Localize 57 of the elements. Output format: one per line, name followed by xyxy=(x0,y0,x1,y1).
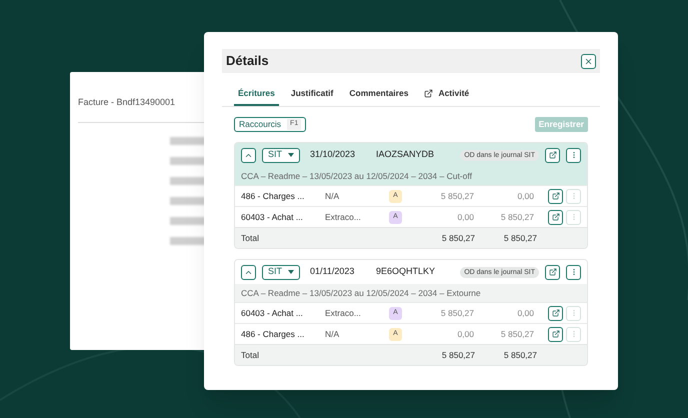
tab[interactable]: Justificatif xyxy=(286,87,338,106)
journal-select[interactable]: SIT xyxy=(262,148,300,162)
open-line-button[interactable] xyxy=(548,210,563,224)
credit-cell-text: 5 850,27 xyxy=(500,210,534,224)
open-entry-button[interactable] xyxy=(545,148,560,162)
total-label: Total xyxy=(241,348,260,362)
total-debit: 5 850,27 xyxy=(440,348,475,362)
account-cell-text: 486 - Charges ... xyxy=(241,328,306,340)
credit-cell-text: 0,00 xyxy=(516,190,534,202)
debit-cell-text: 0,00 xyxy=(456,328,474,340)
more-button[interactable] xyxy=(566,148,581,162)
tab[interactable]: Commentaires xyxy=(345,87,412,106)
open-line-button[interactable] xyxy=(548,326,563,342)
external-link-icon xyxy=(548,151,556,159)
external-link-icon xyxy=(552,309,560,317)
account-cell-text: 60403 - Achat ... xyxy=(241,306,304,320)
account-cell-text: 60403 - Achat ... xyxy=(241,210,304,224)
label-cell-text: N/A xyxy=(325,328,340,340)
close-icon xyxy=(584,56,593,66)
entry-reference: 9E6OQHTLKY xyxy=(376,265,436,278)
external-link-icon xyxy=(548,268,556,276)
collapse-button[interactable] xyxy=(241,264,256,280)
external-link-icon xyxy=(552,213,560,221)
entry-date: 01/11/2023 xyxy=(310,265,356,278)
collapse-button[interactable] xyxy=(241,148,256,162)
entry-date: 31/10/2023 xyxy=(310,148,356,162)
account-cell-text: 486 - Charges ... xyxy=(241,190,306,202)
external-link-icon xyxy=(552,192,560,200)
more-button[interactable] xyxy=(566,264,581,280)
total-credit: 5 850,27 xyxy=(502,232,537,244)
document-title: Facture - Bndf13490001 xyxy=(78,96,176,109)
label-cell-text: Extraco... xyxy=(325,210,362,224)
external-link-icon xyxy=(552,330,560,338)
total-debit: 5 850,27 xyxy=(440,232,475,244)
debit-cell-text: 5 850,27 xyxy=(440,190,474,202)
open-entry-button[interactable] xyxy=(545,264,560,280)
entry-reference: IAOZSANYDB xyxy=(376,148,434,162)
credit-cell-text: 5 850,27 xyxy=(500,328,534,340)
tab[interactable]: Écritures xyxy=(234,87,279,106)
debit-cell-text: 0,00 xyxy=(456,210,474,224)
label-cell-text: N/A xyxy=(325,190,340,202)
open-line-button[interactable] xyxy=(548,306,563,320)
dropdown-caret-icon xyxy=(288,270,294,274)
dropdown-caret-icon xyxy=(288,153,294,157)
external-link-icon xyxy=(424,89,434,98)
close-button[interactable] xyxy=(581,54,596,68)
total-label: Total xyxy=(241,232,260,244)
tab[interactable]: Activité xyxy=(420,87,474,106)
journal-select[interactable]: SIT xyxy=(262,264,300,280)
total-credit: 5 850,27 xyxy=(502,348,537,362)
label-cell-text: Extraco... xyxy=(325,306,362,320)
debit-cell-text: 5 850,27 xyxy=(440,306,474,320)
credit-cell-text: 0,00 xyxy=(516,306,534,320)
entry-description: CCA – Readme – 13/05/2023 au 12/05/2024 – 2034 – Extourne xyxy=(240,286,482,300)
dialog-title: Détails xyxy=(226,52,269,70)
open-line-button[interactable] xyxy=(548,188,563,204)
entry-description: CCA – Readme – 13/05/2023 au 12/05/2024 – 2034 – Cut-off xyxy=(240,170,473,183)
